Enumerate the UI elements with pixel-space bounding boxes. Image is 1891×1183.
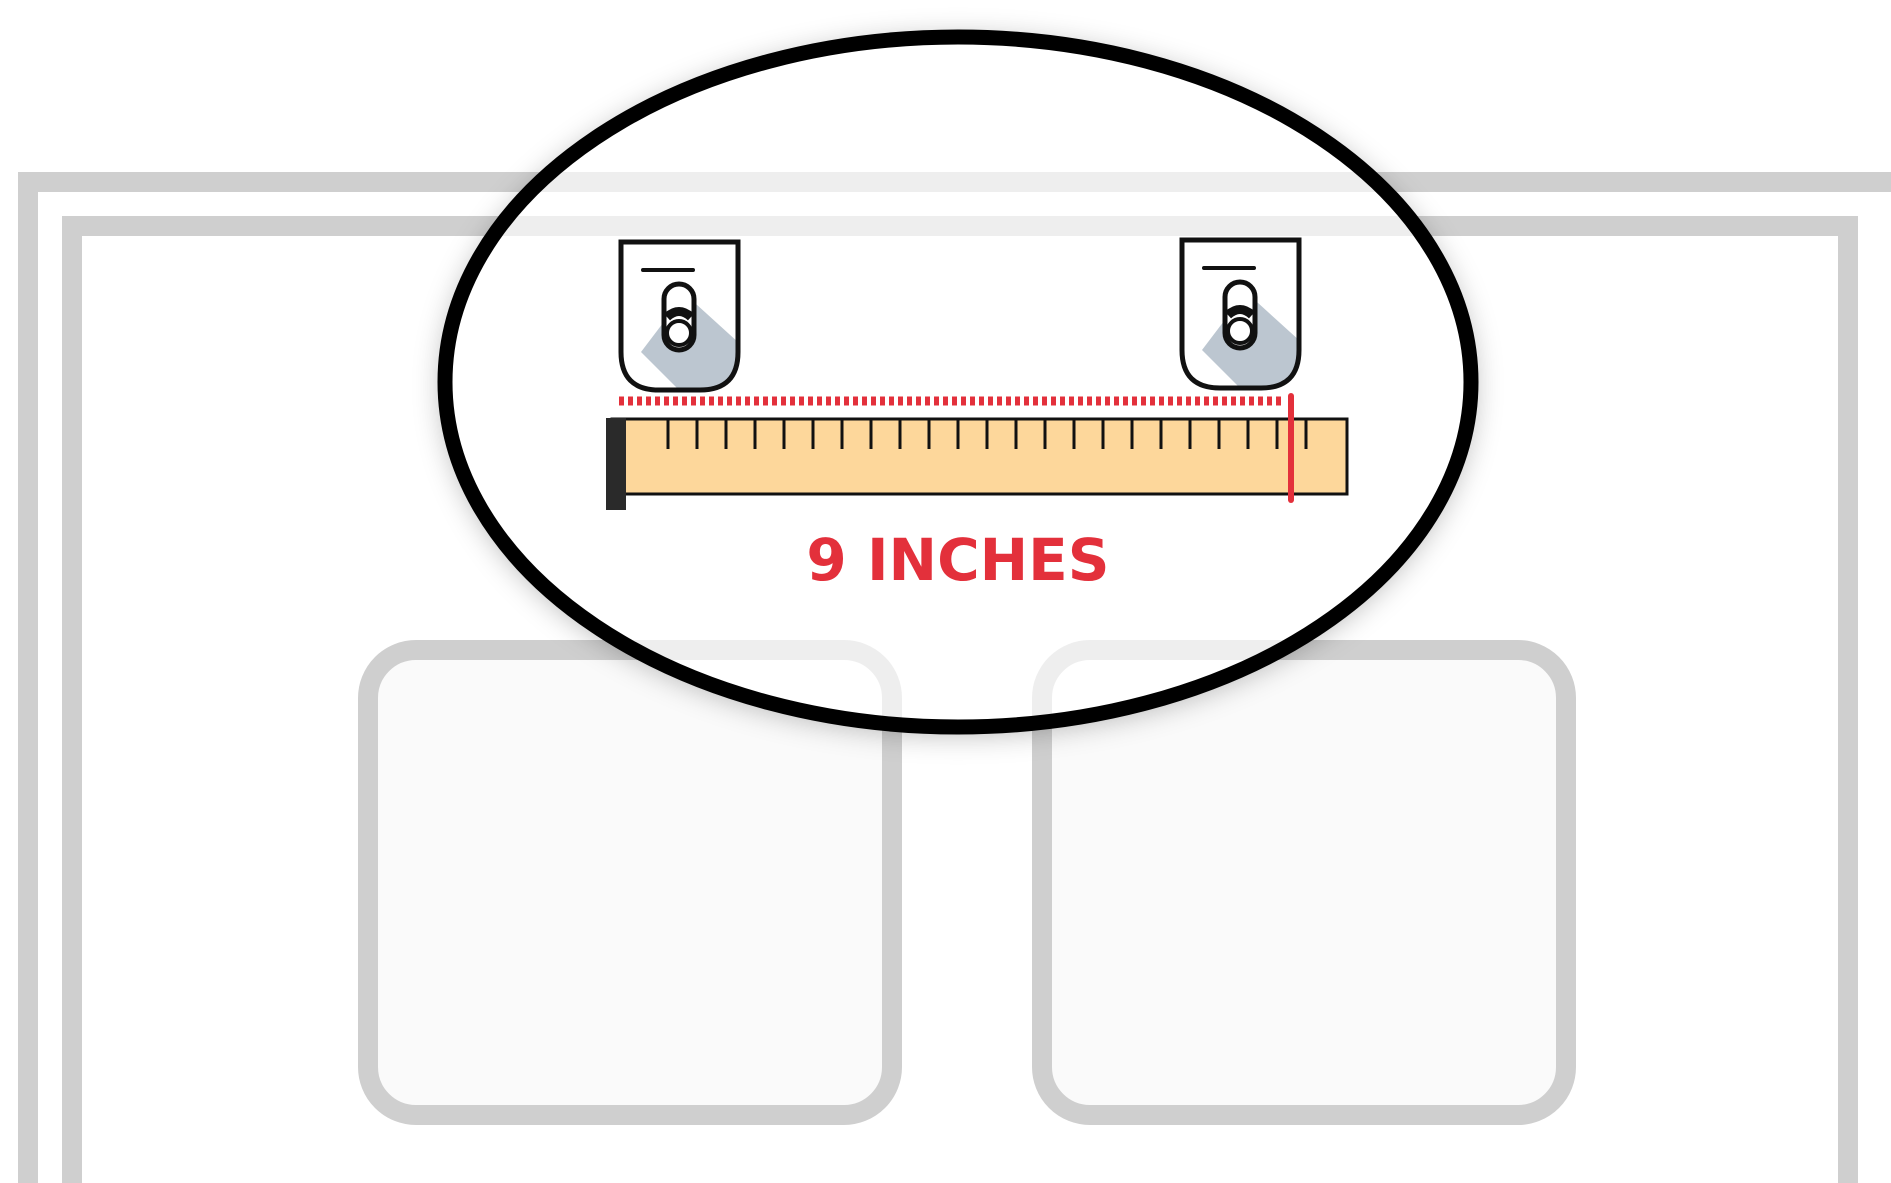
mounting-bracket-icon bbox=[1179, 237, 1302, 391]
diagram-canvas: 9 INCHES bbox=[18, 29, 1891, 1183]
mounting-bracket-icon bbox=[618, 239, 741, 393]
measurement-label: 9 INCHES bbox=[806, 526, 1109, 594]
tape-body bbox=[610, 417, 1349, 496]
zoom-callout: 9 INCHES bbox=[437, 29, 1479, 735]
cabinet-door-right bbox=[1032, 640, 1576, 1125]
tape-end-hook bbox=[606, 418, 626, 510]
